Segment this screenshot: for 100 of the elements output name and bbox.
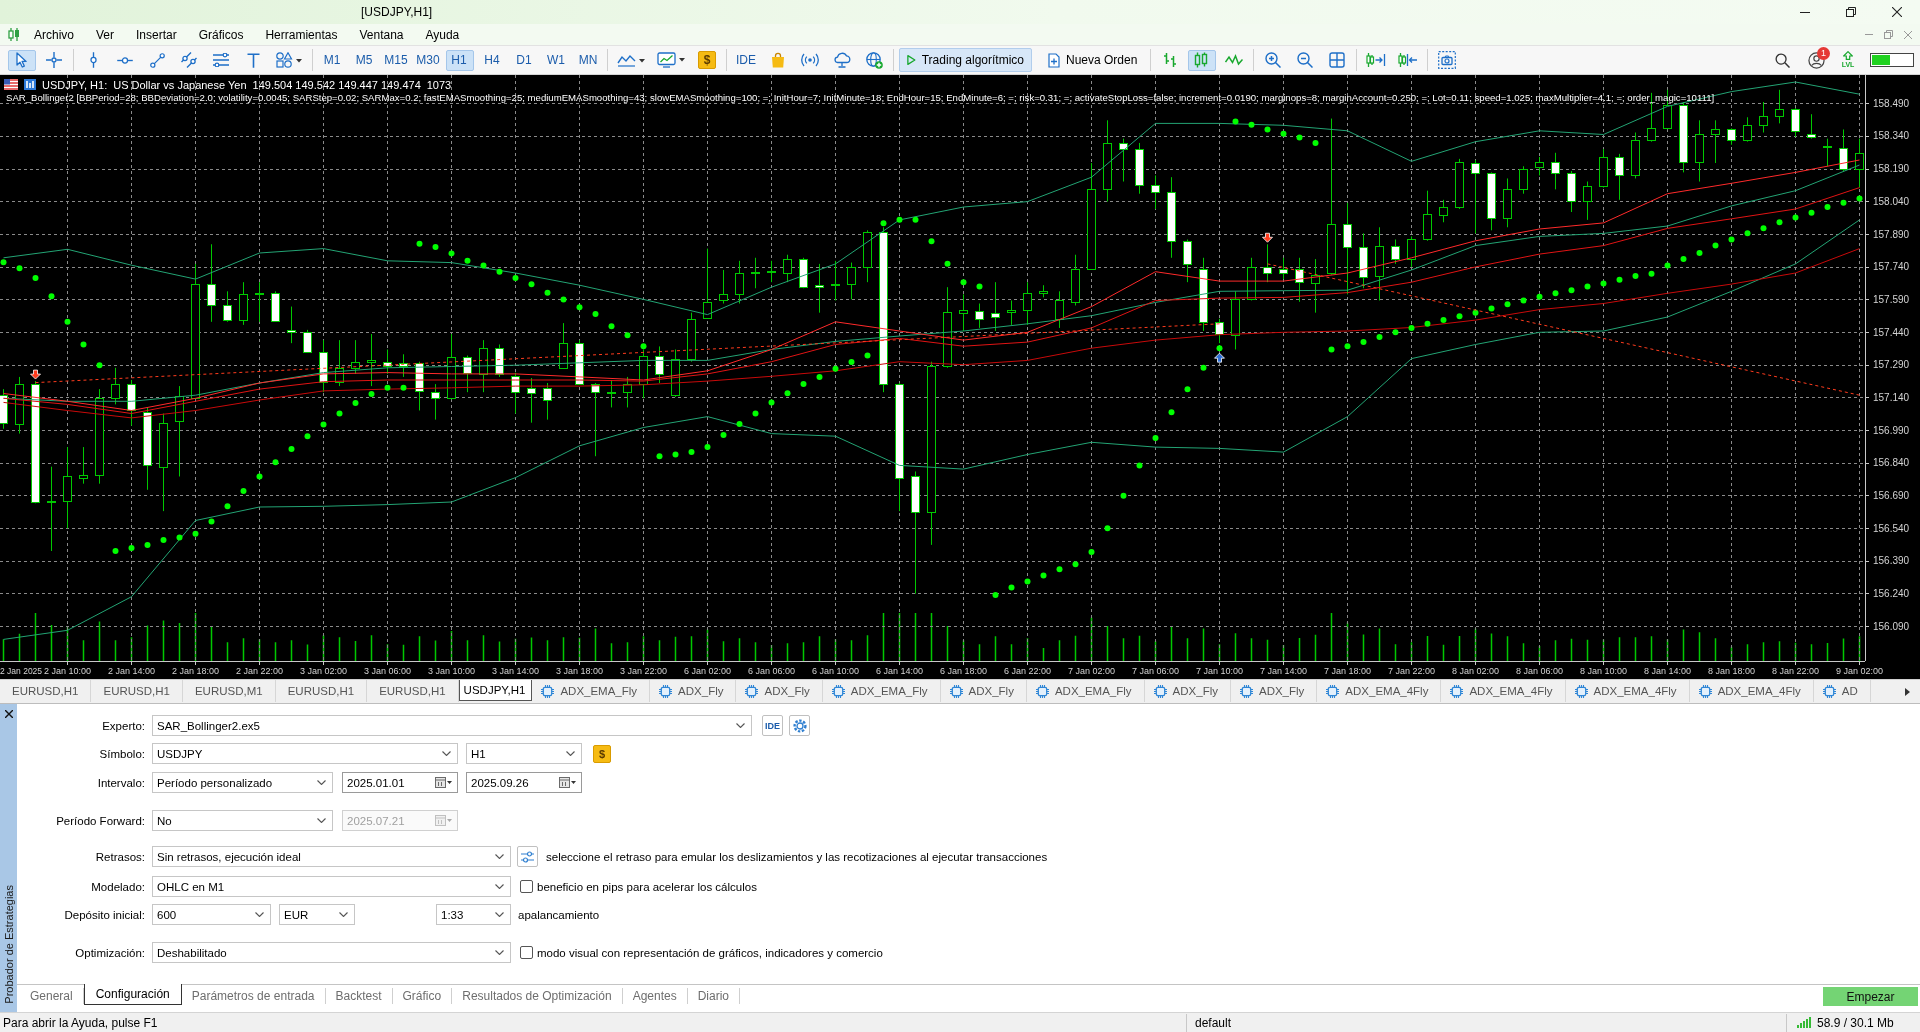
chart-tab[interactable]: EURUSD,H1: [367, 680, 459, 702]
menu-item[interactable]: Ventana: [348, 27, 415, 42]
timeframe-button[interactable]: H1: [446, 49, 474, 71]
currency-dropdown[interactable]: EUR: [279, 904, 355, 925]
checkbox[interactable]: [520, 880, 533, 893]
delays-dropdown[interactable]: Sin retrasos, ejecución ideal: [152, 846, 511, 867]
chart-tab[interactable]: ADX_EMA_4Fly: [1441, 680, 1566, 702]
delay-settings-button[interactable]: [517, 846, 538, 867]
candlestick: [447, 333, 456, 400]
tester-tab[interactable]: Parámetros de entrada: [181, 988, 326, 1004]
tester-tab[interactable]: Gráfico: [392, 988, 453, 1004]
menu-item[interactable]: Insertar: [125, 27, 188, 42]
chart-tab[interactable]: EURUSD,H1: [0, 680, 92, 702]
restore-icon[interactable]: [1884, 30, 1893, 39]
menu-item[interactable]: Archivo: [23, 27, 85, 42]
account-button[interactable]: 1: [1802, 48, 1830, 72]
modeling-dropdown[interactable]: OHLC en M1: [152, 876, 511, 897]
chart-tab[interactable]: ADX_EMA_4Fly: [1317, 680, 1442, 702]
chart-tab[interactable]: USDJPY,H1: [458, 680, 533, 701]
chart-tab[interactable]: ADX_Fly: [1144, 680, 1231, 702]
timeframe-button[interactable]: D1: [510, 48, 538, 72]
tester-tab[interactable]: Agentes: [622, 988, 688, 1004]
sar-point: [1344, 343, 1351, 350]
time-axis-label: 2 Jan 10:00: [44, 666, 91, 676]
sar-point: [832, 365, 839, 372]
time-axis-label: 2 Jan 14:00: [108, 666, 155, 676]
chart-tab[interactable]: ADX_EMA_4Fly: [1565, 680, 1690, 702]
chart-tab[interactable]: EURUSD,H1: [275, 680, 368, 702]
settings-button[interactable]: [789, 715, 810, 736]
tester-tab[interactable]: Resultados de Optimización: [452, 988, 623, 1004]
candlestick: [1775, 89, 1784, 124]
dollar-button[interactable]: $: [593, 744, 611, 763]
timeframe-button[interactable]: H4: [478, 48, 506, 72]
candlestick: [479, 339, 488, 393]
expert-dropdown[interactable]: SAR_Bollinger2.ex5: [152, 715, 752, 736]
tester-tab[interactable]: Configuración: [83, 984, 182, 1005]
candlestick: [799, 257, 808, 289]
candlestick: [1807, 113, 1816, 140]
time-axis-label: 8 Jan 18:00: [1708, 666, 1755, 676]
menu-item[interactable]: Gráficos: [187, 27, 255, 42]
candlestick: [991, 281, 1000, 332]
checkbox[interactable]: [520, 946, 533, 959]
sar-point: [544, 289, 551, 296]
menu-item[interactable]: Ver: [85, 27, 126, 42]
forward-dropdown[interactable]: No: [152, 810, 333, 831]
date-field[interactable]: 2025.01.01: [342, 772, 458, 793]
symbol-dropdown[interactable]: USDJPY: [152, 743, 458, 764]
cursor-tool-button[interactable]: [8, 49, 36, 71]
timeframe-button[interactable]: M30: [414, 48, 442, 72]
scroll-right-icon[interactable]: [1905, 687, 1910, 696]
tester-tab[interactable]: Diario: [687, 988, 741, 1004]
ide-button[interactable]: IDE: [732, 48, 760, 72]
new-order-button[interactable]: Nueva Orden: [1040, 48, 1146, 72]
sar-point: [880, 220, 887, 227]
candlestick: [735, 260, 744, 304]
sar-point: [1280, 130, 1287, 137]
menu-item[interactable]: Ayuda: [414, 27, 471, 42]
chart-tab[interactable]: AD: [1813, 680, 1871, 702]
chart-tab[interactable]: ADX_Fly: [940, 680, 1027, 702]
timeframe-dropdown[interactable]: H1: [466, 743, 582, 764]
price-axis-label: 157.440: [1873, 326, 1910, 338]
chevron-icon: [317, 780, 326, 785]
sar-point: [208, 518, 215, 525]
ide-button[interactable]: IDE: [762, 715, 783, 736]
start-button[interactable]: Empezar: [1823, 987, 1918, 1006]
chart-tab[interactable]: ADX_EMA_Fly: [822, 680, 941, 702]
close-icon[interactable]: [4, 710, 13, 718]
algo-trading-button[interactable]: Trading algorítmico: [899, 48, 1032, 72]
chart-tab[interactable]: ADX_EMA_Fly: [1026, 680, 1145, 702]
price-axis-label: 156.540: [1873, 522, 1910, 534]
tester-tab[interactable]: Backtest: [325, 988, 393, 1004]
chart-tab[interactable]: EURUSD,M1: [182, 680, 276, 702]
timeframe-button[interactable]: M5: [350, 48, 378, 72]
sar-point: [96, 362, 103, 369]
timeframe-button[interactable]: M15: [382, 48, 410, 72]
candlestick: [1535, 156, 1544, 176]
optimization-dropdown[interactable]: Deshabilitado: [152, 942, 511, 963]
candlestick-chart-button[interactable]: [1188, 49, 1217, 71]
sar-point: [128, 544, 135, 551]
candlestick: [1071, 254, 1080, 306]
timeframe-button[interactable]: MN: [574, 48, 602, 72]
candlestick: [495, 343, 504, 378]
tester-tab[interactable]: General: [20, 988, 84, 1004]
dollar-button[interactable]: $: [698, 51, 716, 69]
date-field[interactable]: 2025.09.26: [466, 772, 582, 793]
timeframe-button[interactable]: W1: [542, 48, 570, 72]
chart-tab[interactable]: EURUSD,H1: [91, 680, 183, 702]
interval-dropdown[interactable]: Período personalizado: [152, 772, 333, 793]
chip-icon: [1822, 684, 1836, 698]
chart-tab[interactable]: ADX_EMA_4Fly: [1689, 680, 1814, 702]
chart-tab[interactable]: ADX_EMA_Fly: [532, 680, 651, 702]
leverage-dropdown[interactable]: 1:33: [436, 904, 511, 925]
deposit-dropdown[interactable]: 600: [152, 904, 271, 925]
chart-tab[interactable]: ADX_Fly: [736, 680, 823, 702]
chart-tab[interactable]: ADX_Fly: [1230, 680, 1318, 702]
sell-arrow-icon: [1262, 232, 1273, 243]
timeframe-button[interactable]: M1: [318, 48, 346, 72]
sar-point: [1264, 126, 1271, 133]
menu-item[interactable]: Herramientas: [254, 27, 349, 42]
chart-tab[interactable]: ADX_Fly: [650, 680, 737, 702]
